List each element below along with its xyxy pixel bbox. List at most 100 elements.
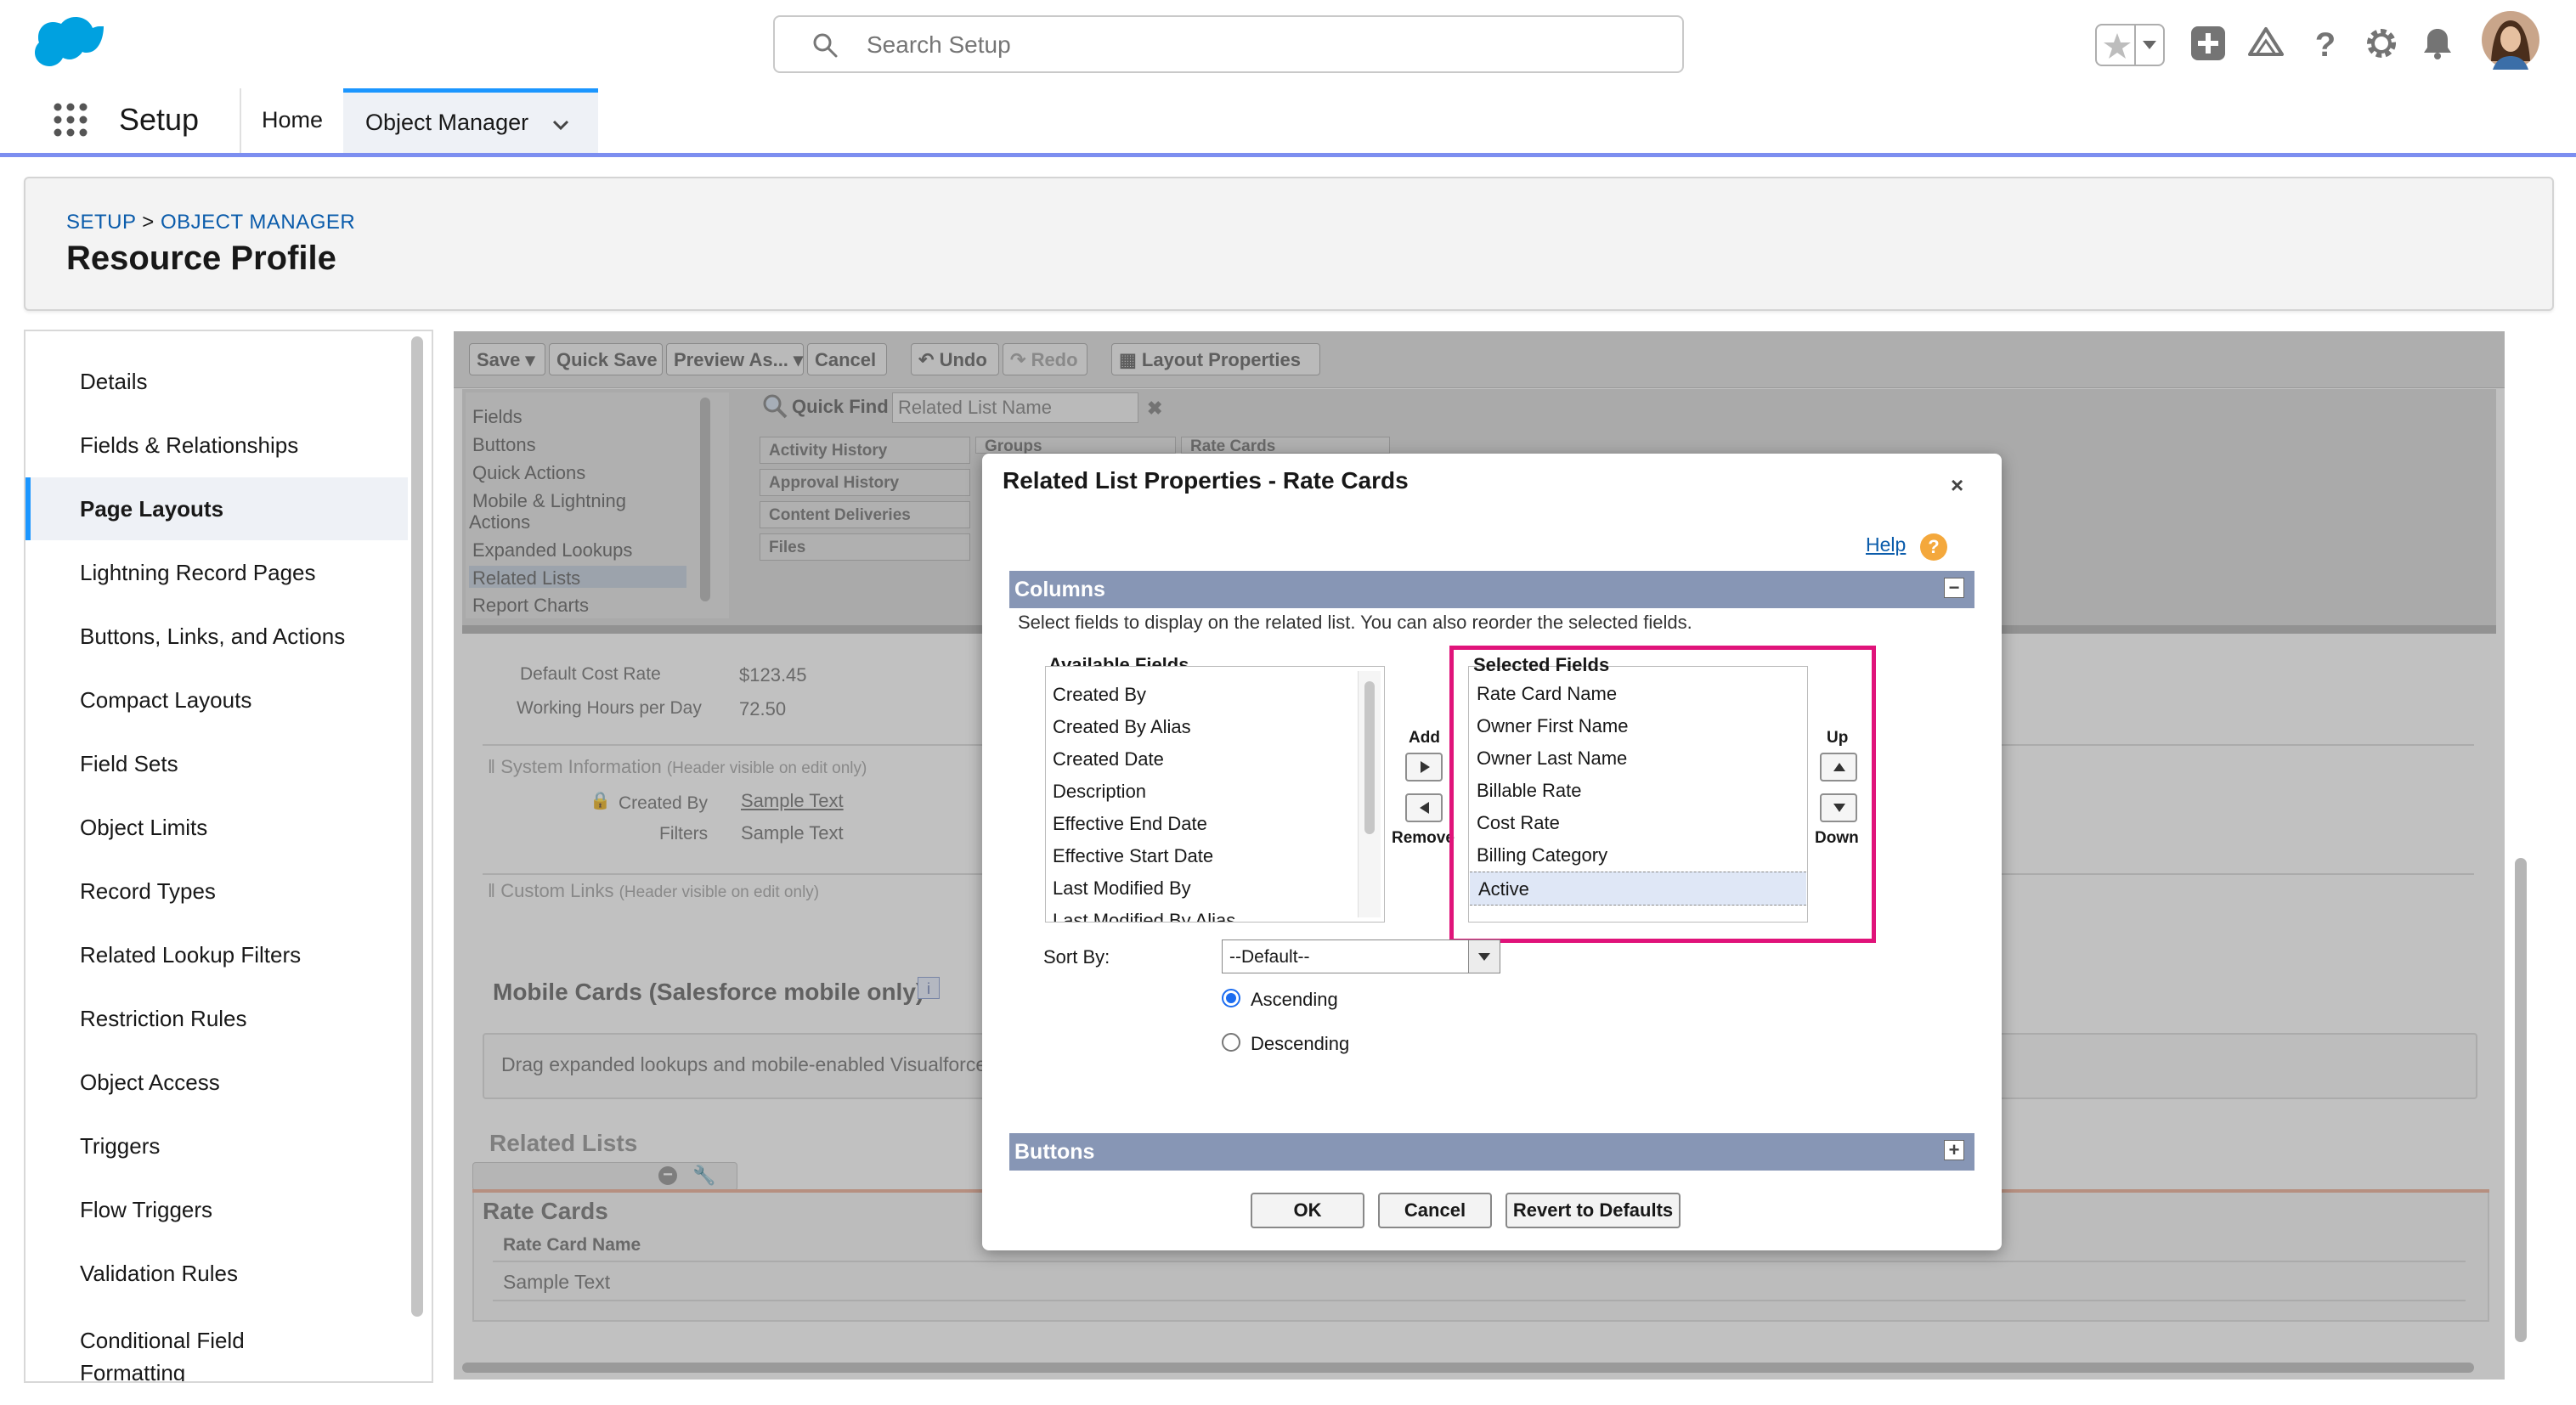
available-fields-list[interactable]: Created By Created By Alias Created Date… xyxy=(1045,666,1385,923)
sidebar-item-triggers[interactable]: Triggers xyxy=(25,1114,408,1177)
sort-by-value: --Default-- xyxy=(1229,947,1310,967)
sidebar-item-label: Field Sets xyxy=(80,751,178,776)
nav-tab-home[interactable]: Home xyxy=(262,107,323,133)
chevron-down-icon xyxy=(1478,953,1490,961)
columns-section-header[interactable]: Columns − xyxy=(1009,571,1974,608)
help-icon[interactable]: ? xyxy=(1920,533,1947,561)
sidebar-item-label: Conditional Field Formatting xyxy=(80,1328,245,1383)
arrow-down-icon xyxy=(1833,804,1845,812)
ok-button[interactable]: OK xyxy=(1251,1193,1364,1228)
object-sidebar: Details Fields & Relationships Page Layo… xyxy=(24,330,433,1383)
list-scrollbar[interactable] xyxy=(1364,681,1375,834)
buttons-section-header[interactable]: Buttons + xyxy=(1009,1133,1974,1171)
sidebar-item-label: Restriction Rules xyxy=(80,1006,247,1031)
sidebar-item-label: Object Limits xyxy=(80,815,208,840)
sidebar-item-restriction-rules[interactable]: Restriction Rules xyxy=(25,987,408,1050)
add-icon[interactable] xyxy=(2189,24,2228,63)
add-button[interactable] xyxy=(1405,753,1443,781)
close-icon[interactable]: × xyxy=(1951,472,1963,499)
remove-label: Remove xyxy=(1392,829,1455,847)
help-icon[interactable]: ? xyxy=(2306,24,2345,63)
add-label: Add xyxy=(1409,729,1440,747)
nav-tab-label: Object Manager xyxy=(365,110,529,135)
sidebar-item-conditional-field-formatting[interactable]: Conditional Field Formatting xyxy=(25,1306,408,1383)
descending-label: Descending xyxy=(1251,1033,1350,1054)
list-item[interactable]: Effective Start Date xyxy=(1053,845,1213,867)
ascending-radio[interactable] xyxy=(1222,989,1240,1007)
avatar[interactable] xyxy=(2481,10,2540,70)
sidebar-item-label: Record Types xyxy=(80,878,216,904)
sidebar-scrollbar[interactable] xyxy=(411,336,423,1317)
vertical-scrollbar[interactable] xyxy=(2515,858,2527,1342)
remove-button[interactable] xyxy=(1405,793,1443,822)
sidebar-item-label: Lightning Record Pages xyxy=(80,560,316,585)
favorites-group[interactable] xyxy=(2095,24,2165,66)
search-icon xyxy=(813,33,838,58)
star-icon[interactable] xyxy=(2102,31,2133,61)
section-title: Buttons xyxy=(1014,1140,1095,1164)
sidebar-item-lightning-record-pages[interactable]: Lightning Record Pages xyxy=(25,541,408,604)
sidebar-item-label: Buttons, Links, and Actions xyxy=(80,624,346,649)
list-item[interactable]: Effective End Date xyxy=(1053,813,1207,835)
sidebar-item-validation-rules[interactable]: Validation Rules xyxy=(25,1242,408,1305)
nav-divider xyxy=(240,88,241,153)
down-label: Down xyxy=(1815,829,1859,847)
move-up-button[interactable] xyxy=(1820,753,1857,781)
gear-icon[interactable] xyxy=(2362,24,2401,63)
breadcrumb-separator: > xyxy=(142,211,155,234)
list-item[interactable]: Created By Alias xyxy=(1053,716,1191,738)
nav-tab-object-manager[interactable]: Object Manager xyxy=(343,88,598,153)
selected-fields-annotation xyxy=(1449,646,1876,943)
notification-bell-icon[interactable] xyxy=(2418,24,2457,63)
sidebar-item-object-limits[interactable]: Object Limits xyxy=(25,796,408,859)
revert-to-defaults-button[interactable]: Revert to Defaults xyxy=(1505,1193,1681,1228)
breadcrumb-object-manager[interactable]: OBJECT MANAGER xyxy=(161,211,355,234)
sidebar-item-fields-relationships[interactable]: Fields & Relationships xyxy=(25,414,408,477)
list-item[interactable]: Created Date xyxy=(1053,748,1164,770)
sidebar-item-compact-layouts[interactable]: Compact Layouts xyxy=(25,669,408,731)
app-launcher-icon[interactable] xyxy=(53,102,88,138)
search-input[interactable] xyxy=(865,17,1633,73)
chevron-down-icon[interactable] xyxy=(2139,36,2160,53)
breadcrumb-setup[interactable]: SETUP xyxy=(66,211,136,234)
move-down-button[interactable] xyxy=(1820,793,1857,822)
dialog-title: Related List Properties - Rate Cards xyxy=(1003,467,1409,494)
chevron-down-icon[interactable] xyxy=(551,116,571,133)
collapse-icon[interactable]: − xyxy=(1944,578,1964,598)
columns-description: Select fields to display on the related … xyxy=(1018,612,1692,633)
salesforce-logo[interactable] xyxy=(31,17,104,70)
sidebar-item-related-lookup-filters[interactable]: Related Lookup Filters xyxy=(25,923,408,986)
app-name: Setup xyxy=(119,102,200,137)
sidebar-item-record-types[interactable]: Record Types xyxy=(25,860,408,923)
arrow-right-icon xyxy=(1421,761,1430,773)
sidebar-item-details[interactable]: Details xyxy=(25,350,408,413)
list-item[interactable]: Last Modified By xyxy=(1053,877,1191,900)
sort-by-select[interactable]: --Default-- xyxy=(1222,939,1500,973)
search-box[interactable] xyxy=(773,15,1684,73)
sidebar-item-label: Object Access xyxy=(80,1069,220,1095)
select-arrow[interactable] xyxy=(1468,940,1500,973)
cancel-button[interactable]: Cancel xyxy=(1378,1193,1492,1228)
trailhead-icon[interactable] xyxy=(2246,24,2285,63)
sidebar-item-label: Flow Triggers xyxy=(80,1197,213,1222)
sidebar-item-field-sets[interactable]: Field Sets xyxy=(25,732,408,795)
sort-by-label: Sort By: xyxy=(1043,946,1110,968)
section-title: Columns xyxy=(1014,578,1105,601)
help-link[interactable]: Help xyxy=(1866,533,1906,556)
up-label: Up xyxy=(1827,729,1849,747)
list-item[interactable]: Description xyxy=(1053,781,1146,803)
expand-icon[interactable]: + xyxy=(1944,1140,1964,1160)
list-item[interactable]: Created By xyxy=(1053,684,1146,706)
sidebar-item-object-access[interactable]: Object Access xyxy=(25,1051,408,1114)
sidebar-item-label: Triggers xyxy=(80,1133,161,1159)
list-item[interactable]: Last Modified By Alias xyxy=(1053,910,1235,922)
descending-radio[interactable] xyxy=(1222,1033,1240,1052)
breadcrumb: SETUP > OBJECT MANAGER xyxy=(66,211,355,234)
page-header xyxy=(24,177,2554,311)
sidebar-item-buttons-links-actions[interactable]: Buttons, Links, and Actions xyxy=(25,605,408,668)
sidebar-item-label: Fields & Relationships xyxy=(80,432,299,458)
sidebar-item-label: Related Lookup Filters xyxy=(80,942,302,968)
sidebar-item-page-layouts[interactable]: Page Layouts xyxy=(25,477,408,540)
sidebar-item-label: Validation Rules xyxy=(80,1261,238,1286)
sidebar-item-flow-triggers[interactable]: Flow Triggers xyxy=(25,1178,408,1241)
